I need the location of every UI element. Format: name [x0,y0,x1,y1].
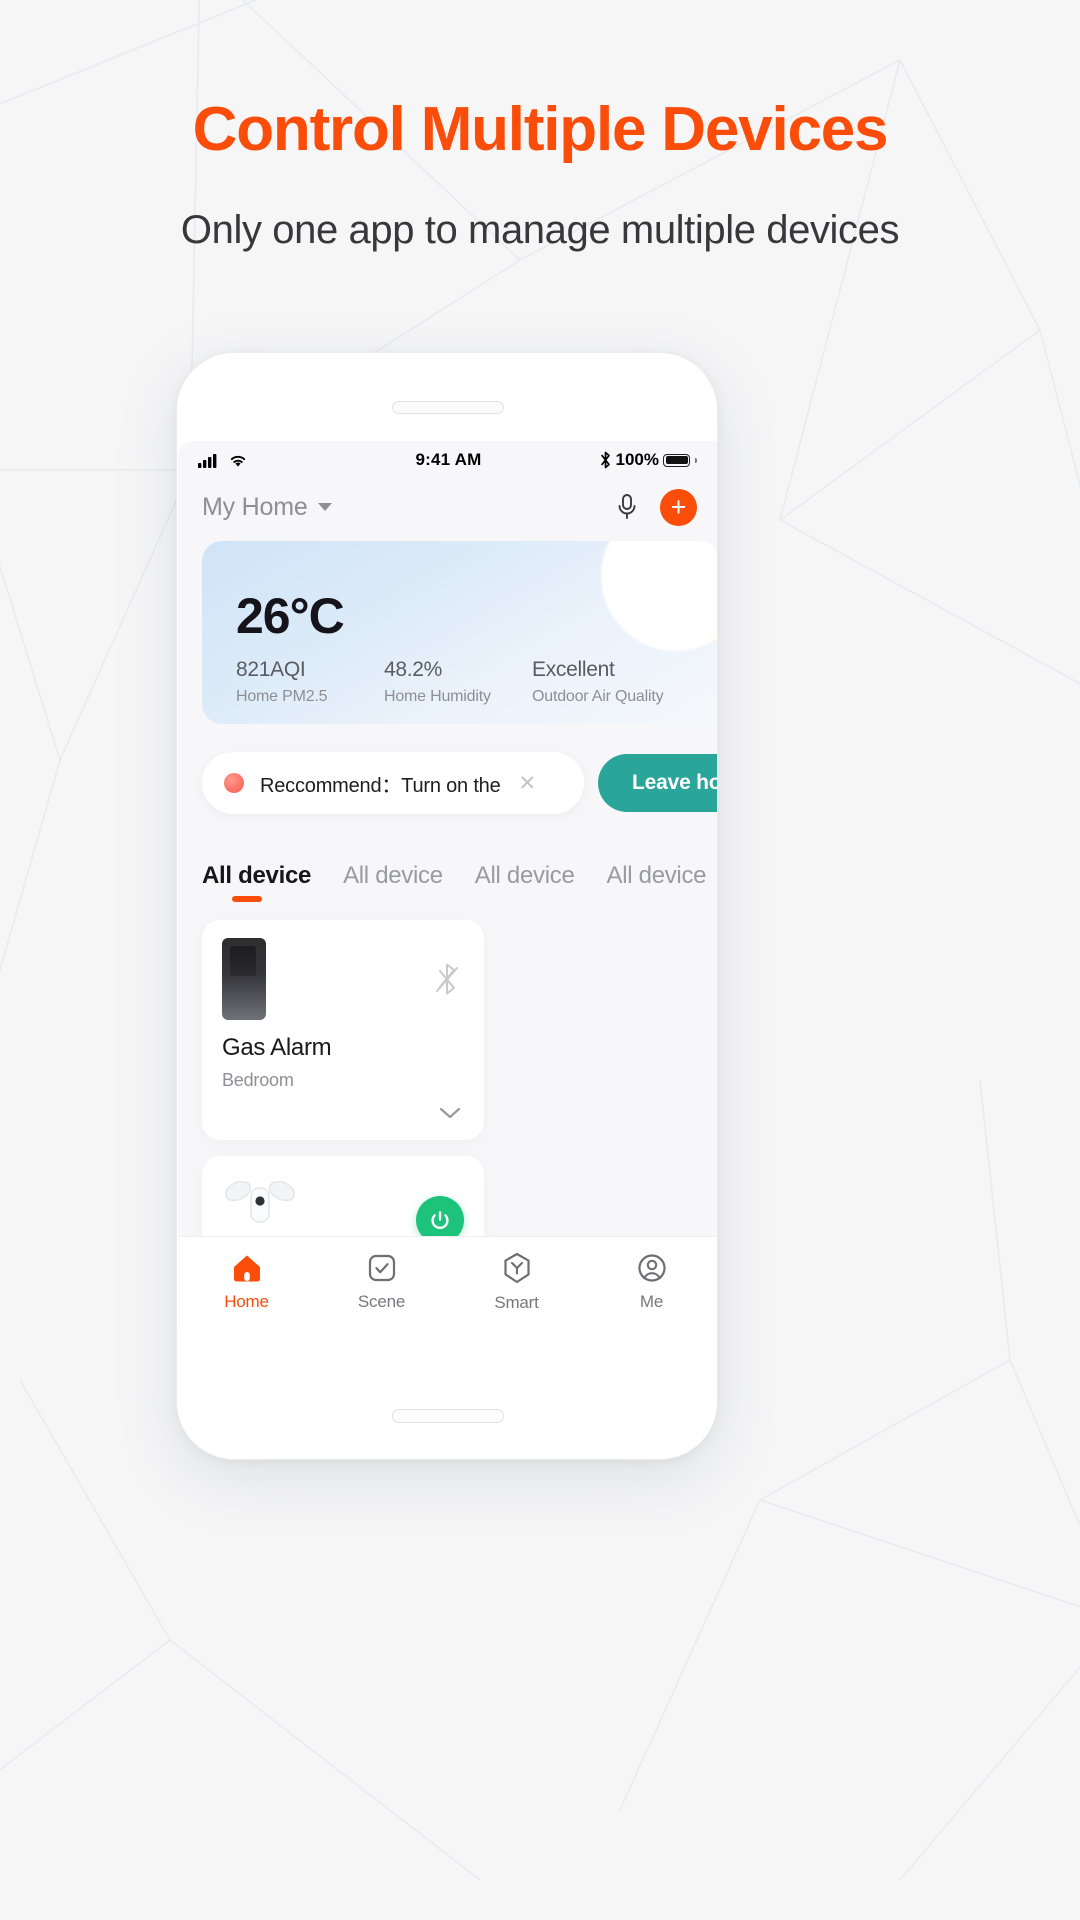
nav-item-me[interactable]: Me [584,1253,717,1312]
wifi-icon [230,455,246,467]
recommendation-banner[interactable]: Reccommend：Turn on the ✕ [202,752,584,814]
nav-label: Smart [494,1293,539,1312]
home-indicator [177,1409,717,1423]
device-name: Gas Alarm [222,1034,332,1061]
status-bar: 9:41 AM 100% [178,441,717,479]
weather-card[interactable]: 26°C 821AQI Home PM2.5 48.2% Home Humidi… [202,541,717,724]
nav-item-scene[interactable]: Scene [314,1253,449,1312]
add-device-button[interactable]: + [660,488,697,526]
metric-value: Excellent [532,658,615,681]
app-header: My Home + [178,479,717,535]
person-icon [637,1254,666,1282]
checkbox-icon [368,1254,395,1282]
recommendation-row: Reccommend：Turn on the ✕ Leave home [178,752,717,814]
home-selector-label[interactable]: My Home [202,493,308,522]
microphone-icon[interactable] [614,492,640,522]
metric-label: Home PM2.5 [236,688,328,705]
page-title: Control Multiple Devices [192,95,889,164]
page-subtitle: Only one app to manage multiple devices [180,208,900,253]
temperature-value: 26°C [236,588,345,644]
battery-percent-label: 100% [615,450,659,469]
nav-item-smart[interactable]: Smart [449,1252,584,1313]
device-room: Bedroom [222,1070,294,1090]
cellular-signal-icon [198,453,217,468]
phone-mockup: 9:41 AM 100% My Home + 26°C 821AQI Home … [176,352,718,1460]
bluetooth-icon [600,451,610,469]
recommendation-text: Reccommend：Turn on the [260,774,501,797]
weather-metric: 821AQI Home PM2.5 [236,658,384,706]
battery-icon [663,453,690,467]
nav-label: Scene [357,1292,406,1311]
home-icon [233,1255,260,1282]
sun-icon [601,541,717,651]
chevron-down-icon[interactable] [438,1106,462,1120]
phone-screen: 9:41 AM 100% My Home + 26°C 821AQI Home … [178,441,717,1328]
phone-earpiece [177,401,717,415]
chevron-down-icon[interactable] [317,503,332,511]
weather-metric: Excellent Outdoor Air Quality [532,658,680,706]
metric-value: 821AQI [236,658,306,681]
nav-label: Home [224,1292,269,1311]
door-lock-icon [222,938,266,1020]
device-tabs: All device All device All device All dev… [178,844,717,902]
bluetooth-off-icon[interactable] [430,960,464,998]
bottom-navigation: Home Scene Smart Me [179,1236,717,1328]
battery-tip [695,457,697,463]
tab-all-device-4[interactable]: All device [607,862,707,890]
tab-all-device-2[interactable]: All device [343,862,443,890]
security-camera-icon [224,1180,296,1223]
promo-header: Control Multiple Devices Only one app to… [0,0,1080,253]
tab-all-device-3[interactable]: All device [475,862,575,890]
metric-value: 48.2% [384,658,443,681]
nav-item-home[interactable]: Home [179,1253,314,1312]
tab-all-device-1[interactable]: All device [202,862,311,902]
close-icon[interactable]: ✕ [519,773,537,794]
hexagon-y-icon [503,1252,530,1284]
nav-label: Me [639,1292,664,1311]
device-card[interactable]: Gas Alarm Bedroom [202,920,484,1140]
weather-metric: 48.2% Home Humidity [384,658,532,706]
alert-dot-icon [224,773,244,793]
metric-label: Home Humidity [384,688,491,705]
metric-label: Outdoor Air Quality [532,688,664,705]
scene-leave-home-button[interactable]: Leave home [598,754,717,812]
